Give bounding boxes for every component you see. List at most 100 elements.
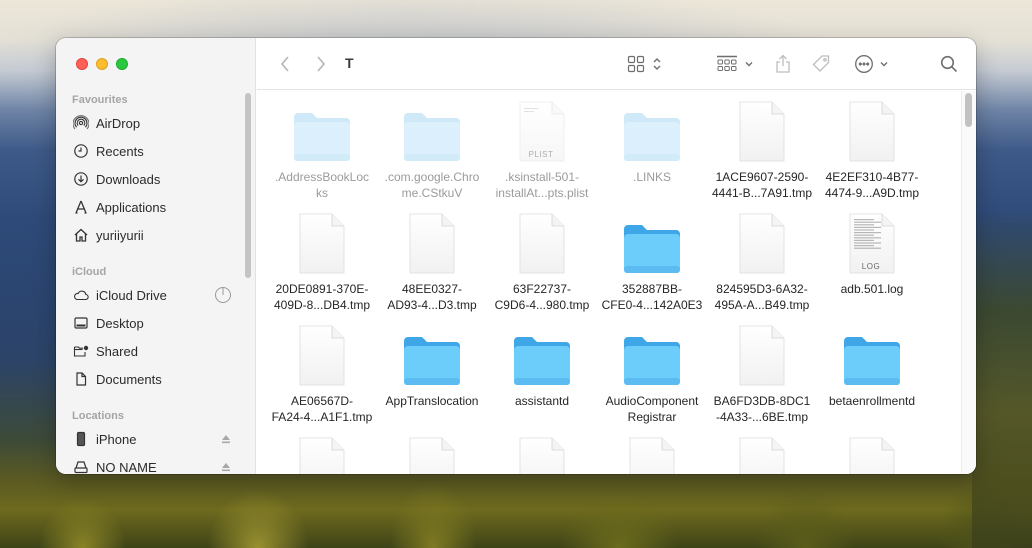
document-icon — [267, 211, 377, 275]
file-name-line: .com.google.Chro — [384, 170, 480, 184]
folder-item[interactable]: assistantd — [487, 323, 597, 435]
sidebar: Favourites AirDrop Recents Downloads App… — [56, 38, 256, 474]
file-item[interactable]: 63F22737- C9D6-4...980.tmp — [487, 211, 597, 323]
file-item[interactable]: 824595D3-6A32- 495A-A...B49.tmp — [707, 211, 817, 323]
document-icon — [377, 435, 487, 474]
share-button[interactable] — [771, 52, 795, 76]
file-item[interactable] — [267, 435, 377, 474]
eject-icon[interactable] — [220, 433, 232, 445]
folder-item[interactable]: 352887BB- CFE0-4...142A0E3 — [597, 211, 707, 323]
more-actions-button[interactable] — [853, 52, 889, 76]
file-item[interactable]: 4E2EF310-4B77- 4474-9...A9D.tmp — [817, 99, 927, 211]
group-icon — [717, 55, 737, 71]
folder-item[interactable]: betaenrollmentd — [817, 323, 927, 435]
file-item[interactable]: AE06567D- FA24-4...A1F1.tmp — [267, 323, 377, 435]
file-name-line: 20DE0891-370E- — [275, 282, 369, 296]
sidebar-section-favourites: Favourites — [72, 94, 128, 106]
file-item[interactable] — [487, 435, 597, 474]
file-name-line: 495A-A...B49.tmp — [714, 298, 810, 312]
sidebar-item-label: AirDrop — [96, 115, 141, 131]
file-name-label: 48EE0327- AD93-4...D3.tmp — [377, 281, 487, 313]
file-item[interactable]: LOG adb.501.log — [817, 211, 927, 323]
document-icon — [377, 211, 487, 275]
folder-item[interactable]: AudioComponent Registrar — [597, 323, 707, 435]
tag-button[interactable] — [809, 52, 833, 76]
more-icon — [854, 55, 873, 73]
file-item[interactable] — [377, 435, 487, 474]
document-icon — [707, 211, 817, 275]
forward-button[interactable] — [311, 52, 331, 76]
file-item[interactable]: BA6FD3DB-8DC1 -4A33-...6BE.tmp — [707, 323, 817, 435]
finder-window: Favourites AirDrop Recents Downloads App… — [56, 38, 976, 474]
chevron-up-down-icon — [653, 58, 661, 70]
folder-icon — [377, 323, 487, 387]
document-icon — [72, 370, 90, 388]
svg-text:LOG: LOG — [862, 262, 880, 271]
file-name-line: 824595D3-6A32- — [716, 282, 808, 296]
file-name-line: .ksinstall-501- — [504, 170, 580, 184]
view-mode-button[interactable] — [625, 52, 665, 76]
file-name-line: AD93-4...D3.tmp — [387, 298, 477, 312]
sidebar-item-shared[interactable]: Shared — [72, 339, 232, 363]
file-item[interactable]: PLIST .ksinstall-501- installAt...pts.plis… — [487, 99, 597, 211]
content-scrollbar[interactable] — [965, 93, 972, 127]
sidebar-item-home[interactable]: yuriiyurii — [72, 223, 232, 247]
file-name-label: 824595D3-6A32- 495A-A...B49.tmp — [707, 281, 817, 313]
file-item[interactable] — [817, 435, 927, 474]
back-button[interactable] — [275, 52, 295, 76]
cloud-icon — [72, 286, 90, 304]
sidebar-item-label: Recents — [96, 143, 144, 159]
desktop-icon — [72, 314, 90, 332]
file-name-label: 63F22737- C9D6-4...980.tmp — [487, 281, 597, 313]
file-name-line: BA6FD3DB-8DC1 — [713, 394, 811, 408]
file-name-label: 4E2EF310-4B77- 4474-9...A9D.tmp — [817, 169, 927, 201]
file-item[interactable]: 20DE0891-370E- 409D-8...DB4.tmp — [267, 211, 377, 323]
file-name-label: AudioComponent Registrar — [597, 393, 707, 425]
sidebar-scrollbar[interactable] — [245, 93, 251, 278]
maximize-button[interactable] — [116, 58, 128, 70]
minimize-button[interactable] — [96, 58, 108, 70]
sidebar-item-label: Desktop — [96, 315, 144, 331]
document-icon — [487, 211, 597, 275]
sidebar-item-iphone[interactable]: iPhone — [72, 427, 232, 451]
document-icon — [817, 435, 927, 474]
file-name-line: 4441-B...7A91.tmp — [711, 186, 813, 200]
sidebar-item-applications[interactable]: Applications — [72, 195, 232, 219]
sidebar-item-desktop[interactable]: Desktop — [72, 311, 232, 335]
sync-progress-icon — [214, 286, 232, 304]
log-file-icon: LOG — [817, 211, 927, 275]
folder-item[interactable]: .AddressBookLoc ks — [267, 99, 377, 211]
sidebar-item-airdrop[interactable]: AirDrop — [72, 111, 232, 135]
file-name-line: AE06567D- — [290, 394, 354, 408]
sidebar-item-no-name[interactable]: NO NAME — [72, 455, 232, 474]
file-name-label: adb.501.log — [817, 281, 927, 297]
file-name-line: betaenrollmentd — [828, 394, 916, 408]
document-icon — [707, 435, 817, 474]
desktop-wallpaper-trees — [972, 210, 1032, 548]
search-button[interactable] — [937, 52, 961, 76]
sidebar-item-label: Downloads — [96, 171, 161, 187]
sidebar-item-documents[interactable]: Documents — [72, 367, 232, 391]
close-button[interactable] — [76, 58, 88, 70]
svg-text:PLIST: PLIST — [529, 150, 554, 159]
sidebar-item-label: yuriiyurii — [96, 227, 144, 243]
file-name-line: 1ACE9607-2590- — [715, 170, 809, 184]
eject-icon[interactable] — [220, 461, 232, 473]
folder-icon — [597, 99, 707, 163]
file-item[interactable] — [597, 435, 707, 474]
folder-item[interactable]: .LINKS — [597, 99, 707, 211]
sidebar-item-recents[interactable]: Recents — [72, 139, 232, 163]
file-name-label: AE06567D- FA24-4...A1F1.tmp — [267, 393, 377, 425]
file-item[interactable] — [707, 435, 817, 474]
folder-item[interactable]: .com.google.Chro me.CStkuV — [377, 99, 487, 211]
folder-item[interactable]: AppTranslocation — [377, 323, 487, 435]
sidebar-item-icloud-drive[interactable]: iCloud Drive — [72, 283, 232, 307]
group-button[interactable] — [715, 52, 755, 76]
toolbar: T — [257, 38, 976, 90]
folder-icon — [597, 211, 707, 275]
file-item[interactable]: 1ACE9607-2590- 4441-B...7A91.tmp — [707, 99, 817, 211]
sidebar-item-downloads[interactable]: Downloads — [72, 167, 232, 191]
file-item[interactable]: 48EE0327- AD93-4...D3.tmp — [377, 211, 487, 323]
file-name-line: 63F22737- — [512, 282, 572, 296]
home-icon — [72, 226, 90, 244]
